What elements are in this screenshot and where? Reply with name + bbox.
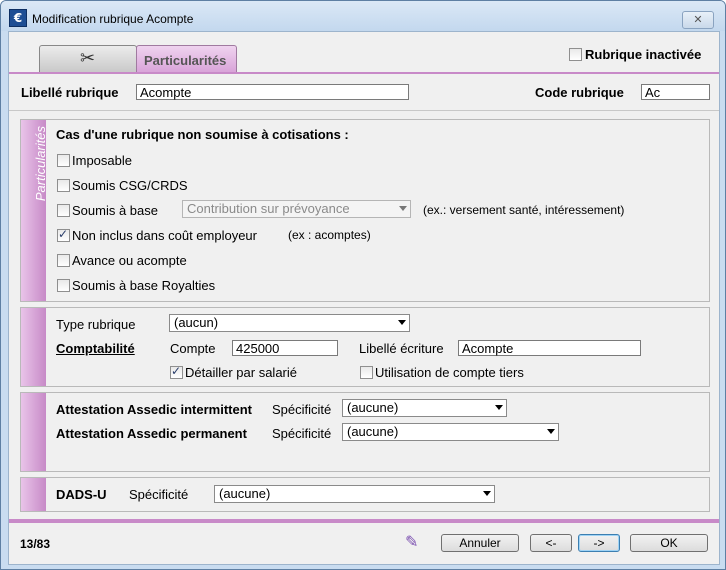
- dialog-window: € Modification rubrique Acompte ✕ ✂ Part…: [0, 0, 726, 570]
- next-button[interactable]: ->: [578, 534, 620, 552]
- code-rubrique-input[interactable]: Ac: [641, 84, 710, 100]
- assedic-permanent-select[interactable]: (aucune): [342, 423, 559, 441]
- annuler-button[interactable]: Annuler: [441, 534, 519, 552]
- assedic-intermittent-value: (aucune): [347, 400, 399, 415]
- imposable-checkbox[interactable]: [57, 154, 70, 167]
- particularites-side-label: Particularités: [33, 126, 48, 202]
- window-title: Modification rubrique Acompte: [32, 12, 194, 26]
- comptabilite-link[interactable]: Comptabilité: [56, 341, 135, 356]
- panel-stripe: [21, 393, 46, 471]
- dads-value: (aucune): [219, 486, 271, 501]
- base-select-value: Contribution sur prévoyance: [187, 201, 350, 216]
- dads-label: DADS-U: [56, 487, 107, 502]
- panel-stripe: Particularités: [21, 120, 48, 301]
- assedic-permanent-value: (aucune): [347, 424, 399, 439]
- base-hint: (ex.: versement santé, intéressement): [423, 203, 625, 217]
- chevron-down-icon: [483, 491, 491, 496]
- avance-acompte-checkbox[interactable]: [57, 254, 70, 267]
- tools-icon: ✂: [80, 48, 96, 69]
- rubrique-inactivee-label: Rubrique inactivée: [585, 47, 702, 62]
- chevron-down-icon: [398, 320, 406, 325]
- libelle-rubrique-label: Libellé rubrique: [21, 85, 119, 100]
- type-rubrique-label: Type rubrique: [56, 317, 136, 332]
- imposable-label: Imposable: [72, 153, 132, 168]
- detailler-label: Détailler par salarié: [185, 365, 297, 380]
- libelle-rubrique-input[interactable]: Acompte: [136, 84, 409, 100]
- pencil-icon[interactable]: ✎: [405, 532, 425, 552]
- title-bar: € Modification rubrique Acompte ✕: [1, 1, 725, 31]
- panel-stripe: [21, 308, 46, 386]
- rubrique-inactivee-checkbox[interactable]: [569, 48, 582, 61]
- type-rubrique-select[interactable]: (aucun): [169, 314, 410, 332]
- assedic-intermittent-select[interactable]: (aucune): [342, 399, 507, 417]
- record-counter: 13/83: [20, 537, 51, 551]
- footer-divider: [9, 519, 719, 523]
- soumis-base-label: Soumis à base: [72, 203, 158, 218]
- royalties-checkbox[interactable]: [57, 279, 70, 292]
- close-button[interactable]: ✕: [682, 11, 714, 29]
- chevron-down-icon: [547, 429, 555, 434]
- assedic-intermittent-label: Attestation Assedic intermittent: [56, 402, 252, 417]
- comptabilite-panel: Type rubrique (aucun) Comptabilité Compt…: [20, 307, 710, 387]
- detailler-checkbox[interactable]: [170, 364, 183, 379]
- compte-tiers-label: Utilisation de compte tiers: [375, 365, 524, 380]
- csg-crds-label: Soumis CSG/CRDS: [72, 178, 188, 193]
- dads-panel: DADS-U Spécificité (aucune): [20, 477, 710, 512]
- type-rubrique-value: (aucun): [174, 315, 219, 330]
- compte-input[interactable]: 425000: [232, 340, 338, 356]
- base-select[interactable]: Contribution sur prévoyance: [182, 200, 411, 218]
- soumis-base-checkbox[interactable]: [57, 204, 70, 217]
- dialog-body: ✂ Particularités Rubrique inactivée Libe…: [8, 31, 720, 565]
- csg-crds-checkbox[interactable]: [57, 179, 70, 192]
- ok-button[interactable]: OK: [630, 534, 708, 552]
- avance-acompte-label: Avance ou acompte: [72, 253, 187, 268]
- separator: [9, 110, 719, 111]
- compte-tiers-checkbox[interactable]: [360, 366, 373, 379]
- non-inclus-hint: (ex : acomptes): [288, 228, 371, 242]
- dads-select[interactable]: (aucune): [214, 485, 495, 503]
- compte-label: Compte: [170, 341, 216, 356]
- cotisations-panel: Particularités Cas d'une rubrique non so…: [20, 119, 710, 302]
- cotisations-heading: Cas d'une rubrique non soumise à cotisat…: [56, 127, 349, 142]
- libelle-ecriture-input[interactable]: Acompte: [458, 340, 641, 356]
- tab-particularites[interactable]: Particularités: [136, 45, 237, 72]
- assedic-panel: Attestation Assedic intermittent Spécifi…: [20, 392, 710, 472]
- tab-particularites-label: Particularités: [144, 53, 227, 68]
- panel-stripe: [21, 478, 46, 511]
- royalties-label: Soumis à base Royalties: [72, 278, 216, 293]
- specificite-label: Spécificité: [129, 487, 189, 502]
- chevron-down-icon: [399, 206, 407, 211]
- chevron-down-icon: [495, 405, 503, 410]
- code-rubrique-label: Code rubrique: [535, 85, 624, 100]
- tab-tools[interactable]: ✂: [39, 45, 137, 72]
- specificite-label: Spécificité: [272, 426, 332, 441]
- libelle-ecriture-label: Libellé écriture: [359, 341, 444, 356]
- non-inclus-checkbox[interactable]: [57, 227, 70, 242]
- assedic-permanent-label: Attestation Assedic permanent: [56, 426, 247, 441]
- previous-button[interactable]: <-: [530, 534, 572, 552]
- app-euro-icon: €: [9, 9, 27, 27]
- specificite-label: Spécificité: [272, 402, 332, 417]
- tab-underline: [9, 72, 719, 74]
- non-inclus-label: Non inclus dans coût employeur: [72, 228, 257, 243]
